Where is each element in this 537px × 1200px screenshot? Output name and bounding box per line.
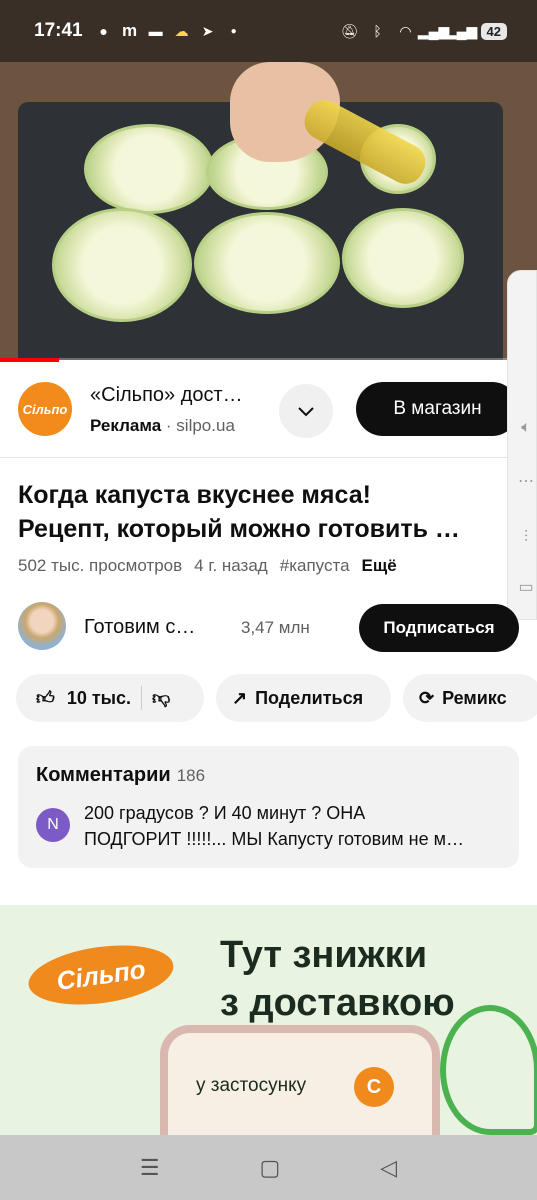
remix-button[interactable]: ⟳ Ремикс bbox=[403, 674, 537, 722]
channel-avatar[interactable] bbox=[18, 602, 66, 650]
battery-indicator: 42 bbox=[480, 22, 507, 40]
banner-headline-line2: з доставкою bbox=[220, 982, 455, 1024]
ad-logo-text: Сільпо bbox=[22, 401, 68, 417]
notification-icons: ● m ▬ ☁ ➤ ● bbox=[95, 21, 243, 40]
video-title-line1: Когда капуста вкуснее мяса! bbox=[18, 481, 371, 509]
upload-age: 4 г. назад bbox=[194, 556, 268, 575]
ad-row[interactable]: Сільпо «Сільпо» дост… Реклама · silpo.ua… bbox=[0, 362, 537, 458]
video-title-line2: Рецепт, который можно готовить … bbox=[18, 515, 460, 543]
action-bar: 👍︎ 10 тыс. 👎︎ ↗ Поделиться ⟳ Ремикс bbox=[0, 674, 537, 724]
banner-logo: Сільпо bbox=[24, 937, 178, 1013]
comments-title: Комментарии bbox=[36, 764, 171, 786]
home-icon[interactable]: ▢ bbox=[260, 1155, 281, 1181]
like-divider bbox=[141, 686, 143, 710]
equalizer-icon[interactable]: ⫶ bbox=[516, 529, 536, 549]
banner-headline: Тут знижки з доставкою bbox=[220, 931, 455, 1027]
bluetooth-icon: ᛒ bbox=[373, 23, 382, 39]
chat-icon: ● bbox=[99, 23, 108, 39]
menu-icon[interactable]: ☰ bbox=[140, 1155, 160, 1181]
ad-subtitle: Реклама · silpo.ua bbox=[90, 416, 235, 436]
banner-leaf-decoration bbox=[440, 1005, 537, 1135]
video-frame-cabbage bbox=[52, 208, 192, 322]
status-bar: 17:41 ● m ▬ ☁ ➤ ● 🔕︎ ᛒ ◠ ▂▄▆ ▂▄▆ 42 bbox=[0, 0, 537, 62]
share-icon: ↗ bbox=[232, 687, 248, 708]
video-frame-cabbage bbox=[342, 208, 464, 308]
like-dislike-pill: 👍︎ 10 тыс. 👎︎ bbox=[16, 674, 204, 722]
like-count[interactable]: 10 тыс. bbox=[67, 688, 131, 709]
ad-logo[interactable]: Сільпо bbox=[18, 382, 72, 436]
dot-icon: ● bbox=[230, 25, 237, 37]
views-count: 502 тыс. просмотров bbox=[18, 556, 183, 575]
video-frame-cabbage bbox=[84, 124, 214, 214]
volume-icon[interactable]: 🔈︎ bbox=[516, 419, 536, 439]
ad-domain: silpo.ua bbox=[176, 416, 235, 435]
comments-heading: Комментарии 186 bbox=[36, 764, 205, 787]
ad-cta-button[interactable]: В магазин bbox=[356, 382, 519, 436]
side-panel[interactable]: 🔈︎ ⋯ ⫶ ▭ bbox=[507, 270, 537, 620]
banner-logo-text: Сільпо bbox=[54, 953, 148, 996]
signal-icon: ▂▄▆ bbox=[417, 22, 450, 39]
system-icons: 🔕︎ ᛒ ◠ ▂▄▆ ▂▄▆ 42 bbox=[341, 22, 507, 40]
remix-label: Ремикс bbox=[442, 687, 507, 708]
back-icon[interactable]: ◁ bbox=[380, 1155, 397, 1181]
wifi-icon: ◠ bbox=[399, 22, 412, 39]
banner-phone-illustration: у застосунку С bbox=[160, 1025, 440, 1135]
card-icon: ▬ bbox=[148, 23, 163, 39]
chevron-down-icon bbox=[298, 407, 314, 417]
status-time: 17:41 bbox=[34, 20, 83, 41]
commenter-avatar: N bbox=[36, 808, 70, 842]
mute-icon: 🔕︎ bbox=[340, 22, 359, 39]
video-meta[interactable]: 502 тыс. просмотров 4 г. назад #капуста … bbox=[18, 556, 397, 576]
channel-name[interactable]: Готовим с… bbox=[84, 616, 214, 639]
banner-ad[interactable]: Сільпо Тут знижки з доставкою у застосун… bbox=[0, 905, 537, 1135]
system-navbar: ☰ ▢ ◁ bbox=[0, 1135, 537, 1200]
share-button[interactable]: ↗ Поделиться bbox=[216, 674, 391, 722]
banner-headline-line1: Тут знижки bbox=[220, 934, 428, 976]
remix-icon: ⟳ bbox=[419, 687, 435, 708]
hashtag-link[interactable]: #капуста bbox=[280, 556, 350, 576]
signal-icon-2: ▂▄▆ bbox=[445, 22, 478, 39]
m-icon: m bbox=[122, 21, 138, 40]
ad-expand-button[interactable] bbox=[279, 384, 333, 438]
video-title[interactable]: Когда капуста вкуснее мяса! Рецепт, кото… bbox=[18, 478, 513, 546]
subscriber-count: 3,47 млн bbox=[241, 618, 310, 637]
top-comment-text: 200 градусов ? И 40 минут ? ОНА ПОДГОРИТ… bbox=[84, 800, 504, 852]
ad-title[interactable]: «Сільпо» дост… bbox=[90, 384, 270, 407]
dislike-icon[interactable]: 👎︎ bbox=[152, 687, 170, 709]
banner-app-logo: С bbox=[354, 1067, 394, 1107]
ad-separator: · bbox=[165, 416, 172, 435]
subscribe-button[interactable]: Подписаться bbox=[359, 604, 519, 652]
top-comment-line1: 200 градусов ? И 40 минут ? ОНА bbox=[84, 803, 366, 823]
channel-row[interactable]: Готовим с… 3,47 млн Подписаться bbox=[0, 600, 537, 656]
like-icon[interactable]: 👍︎ bbox=[36, 687, 55, 709]
comments-card[interactable]: Комментарии 186 N 200 градусов ? И 40 мин… bbox=[18, 746, 519, 868]
more-icon[interactable]: ⋯ bbox=[516, 471, 536, 491]
ad-label: Реклама bbox=[90, 416, 162, 435]
banner-app-text: у застосунку bbox=[196, 1075, 307, 1096]
weather-icon: ☁ bbox=[174, 22, 189, 39]
more-button[interactable]: Ещё bbox=[362, 556, 397, 576]
share-label: Поделиться bbox=[255, 687, 364, 708]
caption-off-icon[interactable]: ▭ bbox=[516, 577, 536, 597]
comments-count: 186 bbox=[176, 766, 206, 785]
telegram-icon: ➤ bbox=[201, 22, 214, 39]
top-comment-line2: ПОДГОРИТ !!!!!... МЫ Капусту готовим не … bbox=[84, 829, 464, 849]
video-frame-cabbage bbox=[194, 212, 340, 314]
video-player[interactable] bbox=[0, 62, 537, 360]
